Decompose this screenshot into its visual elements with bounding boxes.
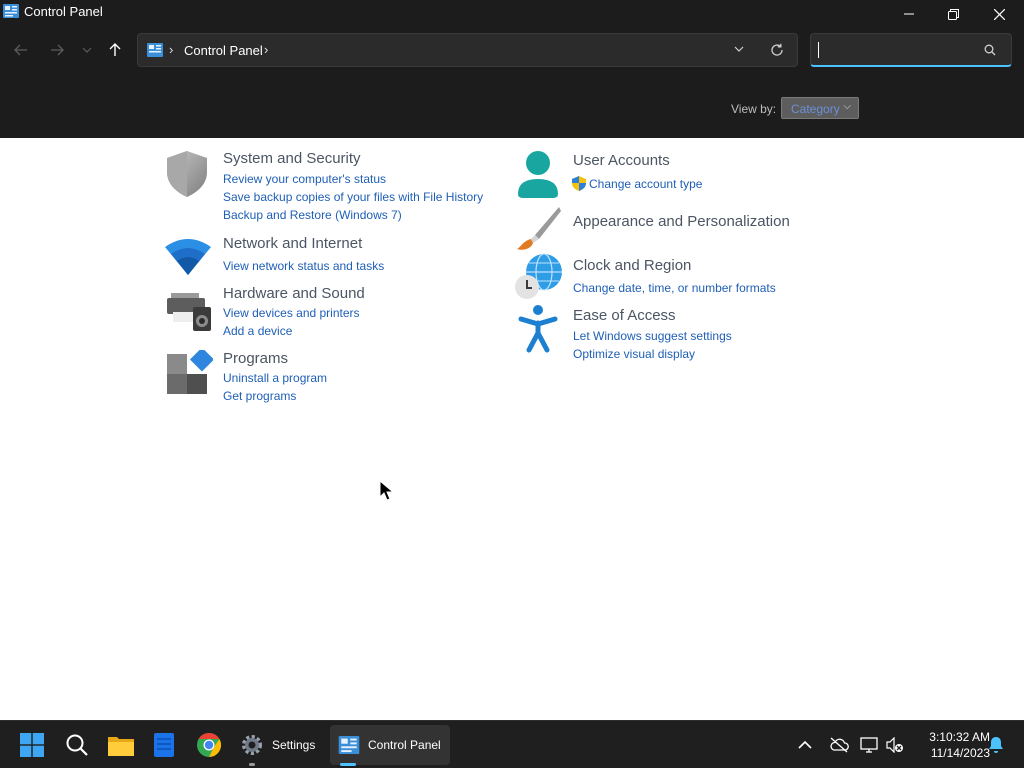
- taskbar: Settings Control Panel 3:10:32 AM 11/14/…: [0, 720, 1024, 768]
- wifi-icon[interactable]: [165, 235, 213, 283]
- arrow-left-icon: [14, 44, 27, 56]
- address-dropdown-icon[interactable]: [734, 44, 744, 54]
- control-panel-content: System and Security Review your computer…: [0, 138, 1024, 720]
- chevron-down-icon: ⌵: [843, 101, 851, 112]
- link-windows-suggest-settings[interactable]: Let Windows suggest settings: [573, 329, 732, 343]
- clock-date: 11/14/2023: [930, 746, 990, 760]
- control-panel-taskbar-label: Control Panel: [368, 738, 441, 752]
- bell-icon: [989, 737, 1003, 753]
- link-review-status[interactable]: Review your computer's status: [223, 172, 386, 186]
- back-button[interactable]: [6, 39, 36, 61]
- restore-icon: [947, 8, 959, 20]
- breadcrumb-control-panel[interactable]: Control Panel: [184, 43, 263, 58]
- minimize-icon: [904, 13, 914, 15]
- show-hidden-icons-button[interactable]: [798, 721, 812, 768]
- category-title[interactable]: Clock and Region: [573, 257, 691, 274]
- system-clock[interactable]: 3:10:32 AM 11/14/2023: [912, 729, 990, 761]
- accessibility-icon[interactable]: [515, 305, 563, 353]
- volume-tray-button[interactable]: [886, 721, 904, 768]
- cloud-offline-icon: [830, 737, 849, 753]
- close-icon: [993, 8, 1005, 20]
- category-title[interactable]: Programs: [223, 350, 288, 367]
- view-by-value: Category: [791, 102, 840, 116]
- search-input[interactable]: [821, 40, 971, 60]
- arrow-right-icon: [51, 44, 64, 56]
- settings-taskbar-label: Settings: [272, 738, 316, 752]
- control-panel-icon: [338, 736, 360, 754]
- navigation-bar: › Control Panel › View by: Category ⌵: [0, 28, 1024, 138]
- notifications-button[interactable]: [988, 721, 1004, 768]
- paintbrush-icon[interactable]: [515, 205, 563, 253]
- category-title[interactable]: Network and Internet: [223, 235, 362, 252]
- link-change-date-time[interactable]: Change date, time, or number formats: [573, 281, 776, 295]
- search-icon[interactable]: [984, 44, 996, 56]
- clock-time: 3:10:32 AM: [929, 730, 990, 744]
- link-change-account-type[interactable]: Change account type: [589, 177, 702, 191]
- search-taskbar-button[interactable]: [65, 721, 89, 768]
- category-title[interactable]: User Accounts: [573, 152, 670, 169]
- link-get-programs[interactable]: Get programs: [223, 389, 296, 403]
- onedrive-button[interactable]: [829, 721, 849, 768]
- recent-locations-button[interactable]: [72, 39, 102, 61]
- category-title[interactable]: Appearance and Personalization: [573, 213, 790, 230]
- window-title: Control Panel: [24, 4, 103, 19]
- breadcrumb-separator-icon[interactable]: ›: [264, 42, 268, 57]
- search-box[interactable]: [810, 33, 1012, 67]
- globe-clock-icon[interactable]: [515, 253, 563, 301]
- category-title[interactable]: System and Security: [223, 150, 361, 167]
- up-button[interactable]: [100, 39, 130, 61]
- text-caret: [818, 42, 819, 58]
- view-by-label: View by:: [731, 102, 777, 116]
- network-icon: [860, 737, 878, 753]
- network-tray-button[interactable]: [860, 721, 878, 768]
- mouse-pointer-icon: [379, 480, 395, 501]
- gear-icon: [242, 735, 262, 755]
- notepad-button[interactable]: [154, 721, 174, 768]
- link-add-device[interactable]: Add a device: [223, 324, 292, 338]
- close-button[interactable]: [976, 0, 1022, 28]
- start-button[interactable]: [20, 721, 44, 768]
- link-uninstall-program[interactable]: Uninstall a program: [223, 371, 327, 385]
- category-title[interactable]: Hardware and Sound: [223, 285, 365, 302]
- chevron-down-icon: [82, 47, 92, 53]
- restore-button[interactable]: [930, 0, 976, 28]
- chevron-up-icon: [798, 740, 812, 749]
- uac-shield-icon: [572, 176, 586, 191]
- settings-taskbar-button[interactable]: Settings: [240, 721, 315, 768]
- link-backup-restore[interactable]: Backup and Restore (Windows 7): [223, 208, 402, 222]
- minimize-button[interactable]: [886, 0, 932, 28]
- chrome-icon: [197, 733, 221, 757]
- notepad-icon: [154, 733, 174, 757]
- link-devices-printers[interactable]: View devices and printers: [223, 306, 360, 320]
- control-panel-icon: [147, 43, 163, 57]
- folder-icon: [108, 737, 134, 756]
- windows-logo-icon: [20, 733, 44, 757]
- link-file-history[interactable]: Save backup copies of your files with Fi…: [223, 190, 483, 204]
- view-by-dropdown[interactable]: Category ⌵: [781, 97, 859, 119]
- chrome-button[interactable]: [197, 721, 221, 768]
- arrow-up-icon: [109, 43, 121, 56]
- running-indicator: [249, 763, 255, 766]
- link-optimize-visual-display[interactable]: Optimize visual display: [573, 347, 695, 361]
- refresh-icon[interactable]: [770, 43, 784, 57]
- breadcrumb-separator-icon[interactable]: ›: [169, 42, 173, 57]
- control-panel-icon: [3, 4, 19, 18]
- link-network-status[interactable]: View network status and tasks: [223, 259, 384, 273]
- title-bar: Control Panel: [0, 0, 1024, 28]
- control-panel-taskbar-button[interactable]: Control Panel: [338, 721, 441, 768]
- volume-muted-icon: [886, 737, 903, 753]
- shield-icon[interactable]: [165, 150, 213, 198]
- search-icon: [66, 734, 88, 756]
- address-bar[interactable]: › Control Panel ›: [137, 33, 798, 67]
- printer-speaker-icon[interactable]: [165, 285, 213, 333]
- file-explorer-button[interactable]: [108, 721, 134, 768]
- active-indicator: [340, 763, 356, 766]
- forward-button[interactable]: [42, 39, 72, 61]
- category-title[interactable]: Ease of Access: [573, 307, 676, 324]
- programs-icon[interactable]: [165, 350, 213, 398]
- user-icon[interactable]: [515, 150, 563, 198]
